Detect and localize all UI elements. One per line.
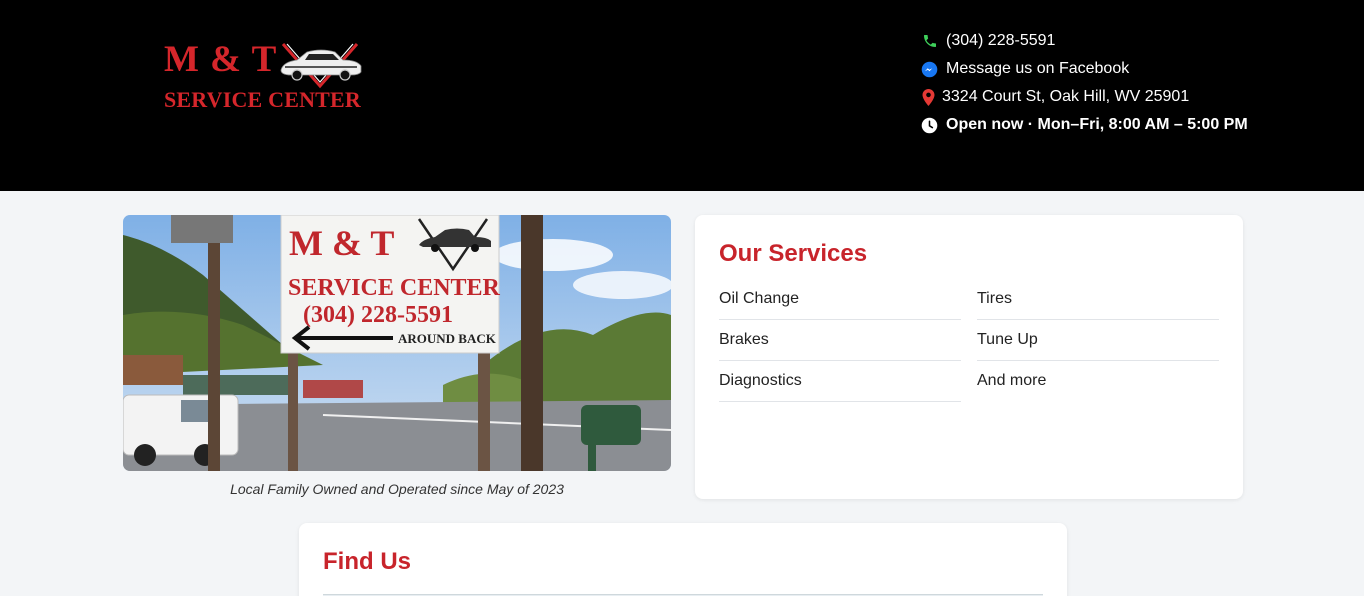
find-us-title: Find Us	[323, 548, 411, 575]
logo-text-line1: M & T	[164, 39, 278, 80]
services-card: Our Services Oil Change Tires Brakes Tun…	[695, 215, 1243, 499]
service-item-diagnostics: Diagnostics	[719, 361, 961, 402]
messenger-label: Message us on Facebook	[946, 60, 1130, 77]
hero-caption: Local Family Owned and Operated since Ma…	[230, 481, 564, 497]
storefront-sign-photo: M & T SERVICE CENTER (304) 228-5591 AROU…	[123, 215, 671, 471]
classic-car-logo-icon	[280, 43, 362, 89]
services-list: Oil Change Tires Brakes Tune Up Diagnost…	[719, 279, 1219, 402]
service-item-tune-up: Tune Up	[977, 320, 1219, 361]
address-link[interactable]: 3324 Court St, Oak Hill, WV 25901	[921, 83, 1261, 111]
phone-number: (304) 228-5591	[946, 32, 1056, 49]
service-item-tires: Tires	[977, 279, 1219, 320]
map-pin-icon	[921, 88, 935, 106]
facebook-message-link[interactable]: Message us on Facebook	[921, 55, 1261, 83]
brand-logo[interactable]: M & T SERVICE CENTER	[163, 38, 368, 114]
phone-icon	[921, 33, 938, 50]
service-item-oil-change: Oil Change	[719, 279, 961, 320]
sign-phone-number: (304) 228-5591	[303, 302, 453, 328]
messenger-icon	[921, 61, 938, 78]
hours-text: Open now · Mon–Fri, 8:00 AM – 5:00 PM	[946, 116, 1248, 133]
phone-link[interactable]: (304) 228-5591	[921, 27, 1261, 55]
service-item-brakes: Brakes	[719, 320, 961, 361]
logo-text-line2: SERVICE CENTER	[164, 87, 362, 112]
contact-info: (304) 228-5591 Message us on Facebook 33…	[921, 27, 1261, 139]
services-title: Our Services	[719, 240, 868, 267]
storefront-photo-illustration: M & T SERVICE CENTER (304) 228-5591 AROU…	[123, 215, 671, 471]
sign-text-line2: SERVICE CENTER	[288, 275, 501, 301]
sign-direction-text: AROUND BACK	[398, 331, 497, 346]
business-hours: Open now · Mon–Fri, 8:00 AM – 5:00 PM	[921, 111, 1261, 139]
sign-text-line1: M & T	[289, 223, 394, 263]
address-text: 3324 Court St, Oak Hill, WV 25901	[942, 88, 1190, 105]
site-header: M & T SERVICE CENTER (304) 228-5591 Mess…	[0, 0, 1364, 191]
clock-icon	[921, 117, 938, 134]
find-us-card: Find Us	[299, 523, 1067, 596]
service-item-and-more: And more	[977, 372, 1047, 389]
